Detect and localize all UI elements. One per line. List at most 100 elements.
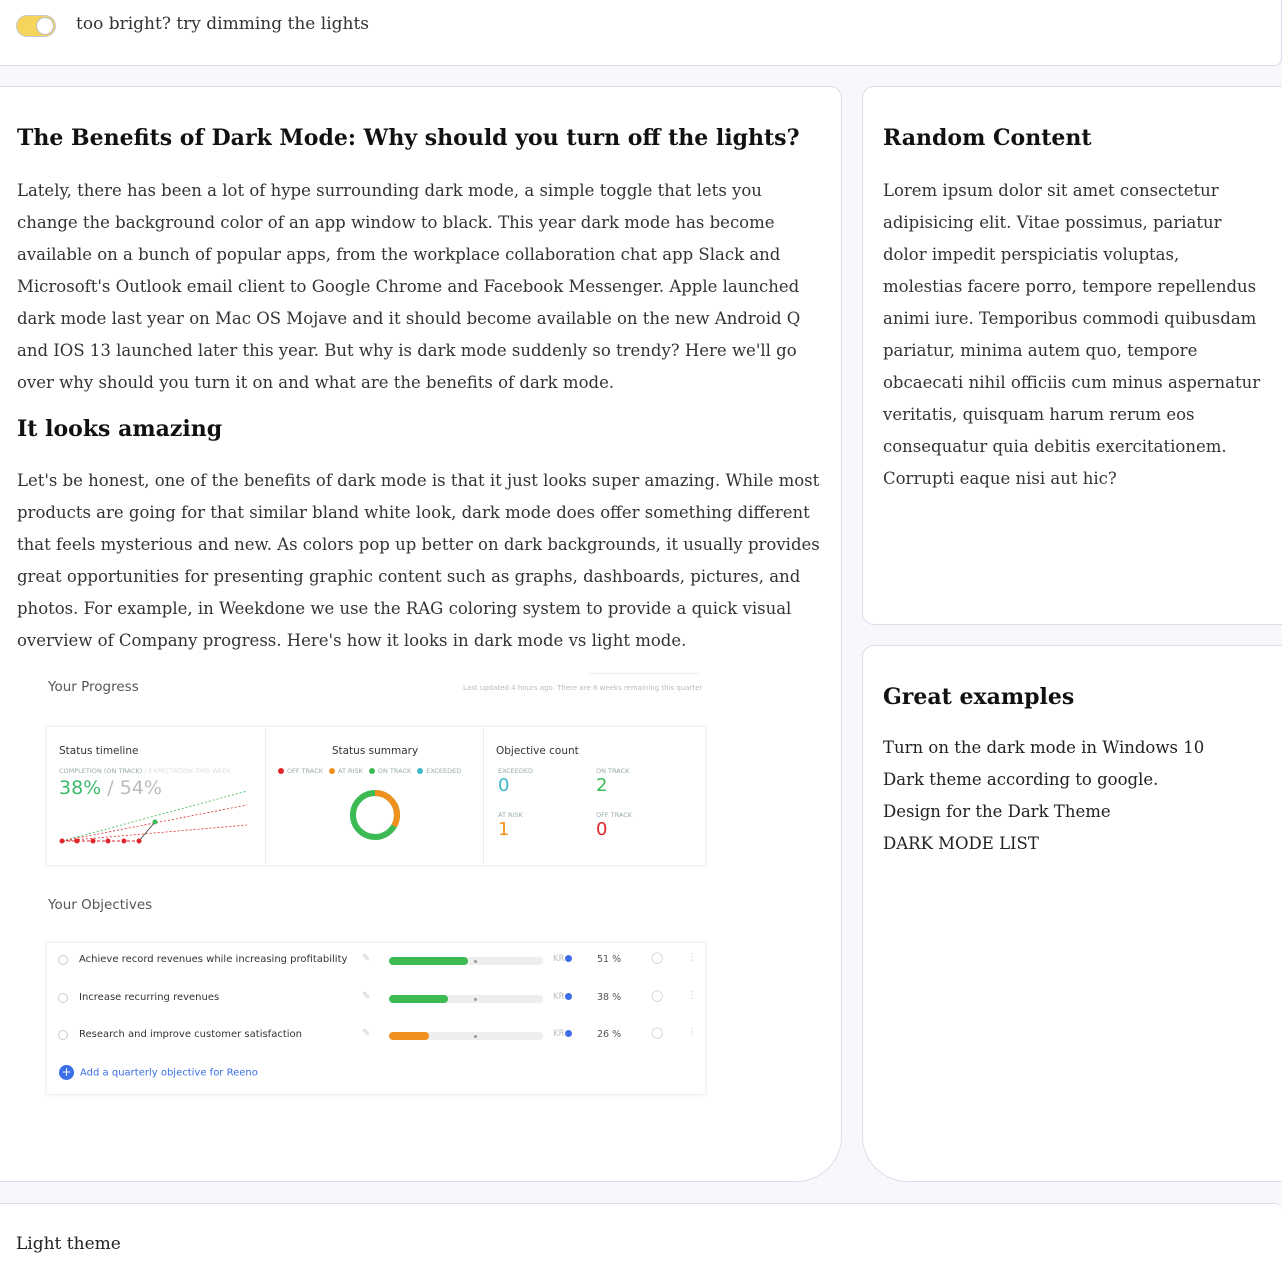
objective-count-title: Objective count	[496, 745, 579, 757]
objective-percent: 51 %	[597, 954, 622, 965]
objective-row[interactable]: Research and improve customer satisfacti…	[47, 1024, 705, 1048]
progress-fill	[389, 957, 468, 965]
comment-icon[interactable]: ◯	[651, 951, 663, 964]
example-link-design[interactable]: Design for the Dark Theme	[883, 796, 1204, 828]
count-value: 0	[596, 819, 608, 840]
random-content-card: Random Content Lorem ipsum dolor sit ame…	[862, 86, 1282, 625]
edit-icon[interactable]: ✎	[362, 991, 370, 1002]
count-value: 0	[498, 775, 510, 796]
expectation-marker	[474, 997, 477, 1001]
objective-radio[interactable]	[58, 992, 68, 1003]
dark-mode-toggle[interactable]	[16, 15, 56, 37]
progress-bar	[389, 1032, 543, 1040]
more-icon[interactable]: ⋮	[687, 990, 697, 1001]
examples-list: Turn on the dark mode in Windows 10 Dark…	[883, 732, 1204, 860]
great-examples-card: Great examples Turn on the dark mode in …	[862, 645, 1282, 1182]
legend-dot	[368, 768, 375, 774]
status-timeline-title: Status timeline	[59, 745, 139, 757]
status-summary: Status summary OFF TRACK AT RISK ON TRACK E…	[266, 727, 484, 865]
timeline-chart	[59, 790, 248, 844]
legend-dot	[329, 768, 336, 774]
objective-name: Increase recurring revenues	[79, 991, 220, 1003]
objective-name: Achieve record revenues while increasing…	[79, 954, 348, 965]
kr-label: KR	[553, 954, 565, 964]
section-text: Let's be honest, one of the benefits of …	[17, 471, 820, 650]
legend-label: AT RISK	[338, 767, 363, 775]
kr-dot	[565, 955, 573, 962]
count-label: EXCEEDED	[498, 767, 533, 775]
progress-title: Your Progress	[48, 679, 139, 695]
plus-icon: +	[59, 1065, 74, 1080]
example-link-list[interactable]: DARK MODE LIST	[883, 828, 1204, 860]
footer: Light theme	[0, 1203, 1282, 1283]
kr-dot	[565, 992, 573, 1000]
divider	[589, 673, 699, 674]
status-legend: OFF TRACK AT RISK ON TRACK EXCEEDED	[278, 767, 478, 775]
legend-dot	[417, 768, 424, 774]
example-link-google[interactable]: Dark theme according to google.	[883, 764, 1204, 796]
example-link-windows[interactable]: Turn on the dark mode in Windows 10	[883, 732, 1204, 764]
kr-indicator[interactable]: KR	[553, 1029, 573, 1039]
status-timeline: Status timeline COMPLETION (ON TRACK) / …	[47, 727, 266, 865]
more-icon[interactable]: ⋮	[687, 952, 697, 963]
toggle-knob	[36, 17, 54, 35]
top-bar: too bright? try dimming the lights	[0, 0, 1282, 66]
comment-icon[interactable]: ◯	[651, 1026, 663, 1039]
objective-count: Objective count EXCEEDED 0 ON TRACK 2 AT…	[484, 727, 705, 865]
count-on-track: ON TRACK 2	[596, 767, 629, 796]
legend-dot	[278, 768, 284, 774]
toggle-label: too bright? try dimming the lights	[76, 14, 370, 34]
edit-icon[interactable]: ✎	[362, 1028, 370, 1039]
random-content-text: Lorem ipsum dolor sit amet consectetur a…	[883, 181, 1261, 488]
count-exceeded: EXCEEDED 0	[498, 767, 533, 796]
progress-fill	[389, 994, 448, 1003]
kr-indicator[interactable]: KR	[553, 954, 573, 964]
article-title: The Benefits of Dark Mode: Why should yo…	[17, 125, 800, 151]
add-objective-button[interactable]: + Add a quarterly objective for Reeno	[59, 1065, 258, 1080]
expectation-marker	[474, 1035, 477, 1038]
count-value: 1	[498, 819, 510, 840]
section-heading: It looks amazing	[17, 416, 223, 442]
article-intro: Lately, there has been a lot of hype sur…	[17, 181, 801, 392]
legend-label: EXCEEDED	[426, 767, 462, 775]
random-content-title: Random Content	[883, 125, 1092, 151]
kr-dot	[565, 1030, 573, 1037]
comment-icon[interactable]: ◯	[651, 989, 663, 1002]
add-objective-label: Add a quarterly objective for Reeno	[80, 1067, 258, 1079]
completion-label-text: COMPLETION (ON TRACK)	[59, 767, 143, 775]
objectives-panel: Achieve record revenues while increasing…	[47, 943, 705, 1094]
legend-item: ON TRACK	[368, 767, 414, 775]
kr-label: KR	[553, 991, 565, 1002]
legend-item: EXCEEDED	[417, 767, 464, 775]
dashboard-screenshot: Your Progress Last updated 4 hours ago. …	[29, 673, 719, 1113]
count-label: AT RISK	[498, 811, 523, 819]
legend-item: OFF TRACK	[278, 767, 326, 775]
objectives-title: Your Objectives	[48, 897, 153, 913]
objective-percent: 26 %	[597, 1029, 622, 1040]
progress-panel: Status timeline COMPLETION (ON TRACK) / …	[47, 727, 705, 865]
progress-fill	[389, 1032, 430, 1040]
count-value: 2	[596, 775, 608, 796]
count-label: OFF TRACK	[596, 811, 633, 819]
count-at-risk: AT RISK 1	[498, 811, 523, 840]
progress-bar	[389, 957, 543, 965]
legend-label: ON TRACK	[377, 767, 412, 775]
updated-note: Last updated 4 hours ago. There are 8 we…	[463, 684, 703, 692]
objective-row[interactable]: Increase recurring revenues ✎ KR 38 % ◯ ⋮	[47, 987, 705, 1011]
expectation-marker	[474, 960, 477, 963]
objective-percent: 38 %	[597, 991, 622, 1003]
kr-indicator[interactable]: KR	[553, 991, 573, 1002]
edit-icon[interactable]: ✎	[362, 953, 370, 964]
progress-bar	[389, 994, 543, 1003]
great-examples-title: Great examples	[883, 684, 1075, 710]
completion-label: COMPLETION (ON TRACK) / EXPECTATION THIS…	[59, 767, 231, 775]
legend-item: AT RISK	[329, 767, 366, 775]
objective-count-grid: EXCEEDED 0 ON TRACK 2 AT RISK 1 OFF TRAC…	[496, 765, 696, 855]
theme-label: Light theme	[16, 1234, 121, 1254]
count-label: ON TRACK	[596, 767, 630, 775]
objective-row[interactable]: Achieve record revenues while increasing…	[47, 949, 705, 973]
objective-radio[interactable]	[58, 1030, 68, 1040]
objective-radio[interactable]	[58, 955, 68, 965]
more-icon[interactable]: ⋮	[687, 1027, 697, 1038]
legend-label: OFF TRACK	[287, 767, 324, 775]
